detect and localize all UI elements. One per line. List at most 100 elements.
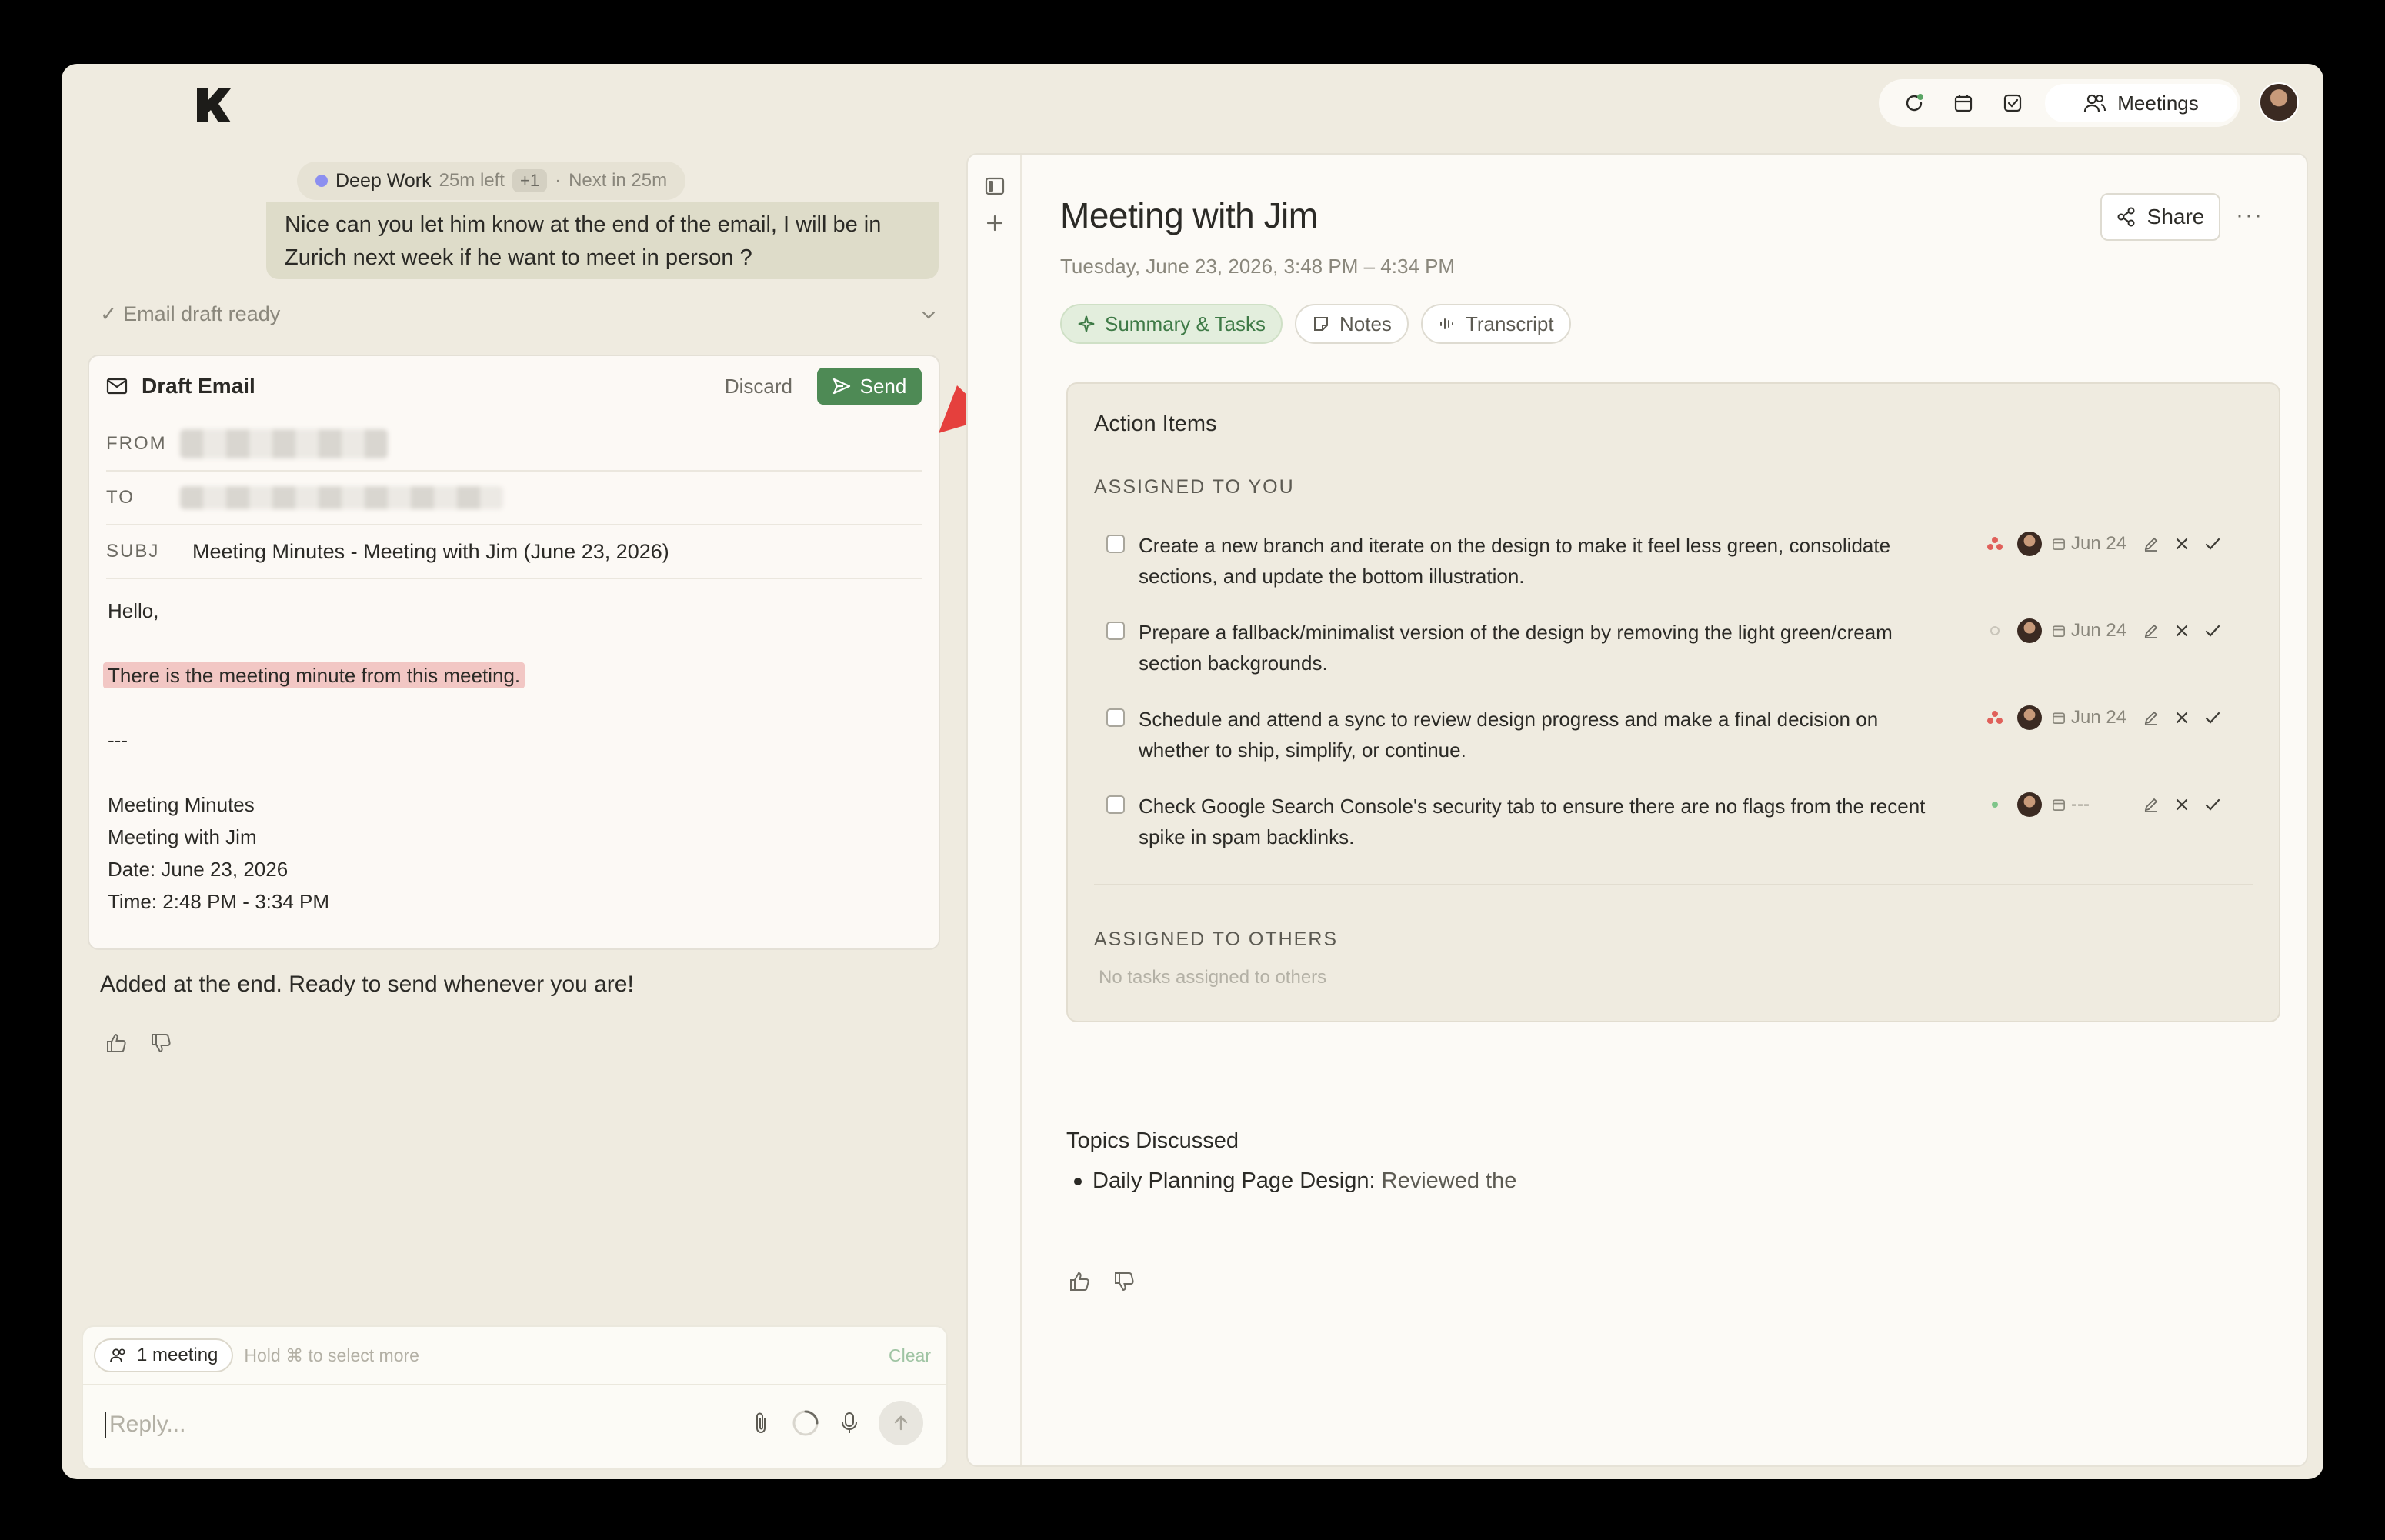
priority-none-icon[interactable]: [1983, 619, 2006, 642]
email-line: Meeting Minutes: [108, 793, 255, 816]
thumbs-down-icon[interactable]: [149, 1032, 172, 1055]
assignee-avatar[interactable]: [2017, 532, 2042, 556]
redacted-from-address: [180, 429, 388, 458]
due-date[interactable]: Jun 24: [2051, 707, 2136, 728]
task-meta: Jun 24: [1983, 704, 2228, 732]
calendar-icon: [2053, 625, 2065, 637]
from-field: FROM: [106, 418, 922, 472]
clear-button[interactable]: Clear: [889, 1345, 931, 1366]
thumbs-up-icon[interactable]: [1068, 1270, 1091, 1293]
calendar-icon: [2053, 712, 2065, 724]
refresh-icon[interactable]: [1893, 82, 1936, 125]
calendar-icon[interactable]: [1942, 82, 1985, 125]
send-button[interactable]: Send: [817, 368, 922, 405]
send-icon: [832, 378, 850, 395]
summary-section: Action Items ASSIGNED TO YOU Create a ne…: [1060, 155, 2307, 1465]
side-rail: [968, 155, 1022, 1465]
reply-feedback: [105, 1032, 172, 1055]
close-icon[interactable]: [2167, 617, 2197, 645]
task-text[interactable]: Check Google Search Console's security t…: [1139, 791, 1954, 852]
checkmark-icon[interactable]: [2197, 791, 2228, 818]
due-date-text: Jun 24: [2071, 707, 2127, 728]
calendar-icon: [2053, 799, 2065, 811]
priority-high-icon[interactable]: [1983, 532, 2006, 555]
next-event: Next in 25m: [569, 170, 668, 191]
task-checkbox[interactable]: [1106, 535, 1125, 553]
focus-status-pill[interactable]: Deep Work 25m left +1 · Next in 25m: [297, 162, 686, 200]
people-icon: [110, 1348, 125, 1362]
separator-dot: ·: [555, 170, 562, 191]
due-date[interactable]: Jun 24: [2051, 620, 2136, 642]
meeting-pane: Meeting with Jim Tuesday, June 23, 2026,…: [966, 153, 2308, 1467]
thumbs-down-icon[interactable]: [1112, 1270, 1136, 1293]
due-date[interactable]: ---: [2051, 794, 2136, 815]
draft-email-card: Draft Email Discard Send FROM TO SUBJ Me…: [88, 355, 940, 950]
composer-tools: [751, 1401, 923, 1445]
task-meta: Jun 24: [1983, 530, 2228, 558]
task-checkbox[interactable]: [1106, 708, 1125, 727]
edit-icon[interactable]: [2136, 704, 2167, 732]
to-field[interactable]: TO: [106, 472, 922, 525]
mail-icon: [106, 378, 128, 395]
subject-field[interactable]: SUBJ Meeting Minutes - Meeting with Jim …: [106, 525, 922, 579]
section-divider: [1094, 884, 2253, 885]
meeting-count-label: 1 meeting: [137, 1345, 218, 1365]
thumbs-up-icon[interactable]: [105, 1032, 128, 1055]
send-label: Send: [859, 374, 907, 398]
action-items-title: Action Items: [1094, 412, 1217, 436]
check-square-icon[interactable]: [1991, 82, 2034, 125]
due-date[interactable]: Jun 24: [2051, 533, 2136, 555]
discard-button[interactable]: Discard: [725, 375, 792, 398]
assignee-avatar[interactable]: [2017, 792, 2042, 817]
action-items-card: Action Items ASSIGNED TO YOU Create a ne…: [1066, 382, 2280, 1022]
paperclip-icon[interactable]: [751, 1410, 771, 1436]
activity-name: Deep Work: [335, 169, 432, 192]
due-date-text: Jun 24: [2071, 620, 2127, 641]
task-row: Check Google Search Console's security t…: [1106, 791, 2253, 868]
close-icon[interactable]: [2167, 791, 2197, 818]
task-checkbox[interactable]: [1106, 622, 1125, 640]
sidebar-toggle-icon[interactable]: [983, 175, 1006, 198]
edit-icon[interactable]: [2136, 530, 2167, 558]
checkmark-icon[interactable]: [2197, 617, 2228, 645]
meeting-context-pill[interactable]: 1 meeting: [94, 1338, 234, 1372]
edit-icon[interactable]: [2136, 791, 2167, 818]
draft-status-row[interactable]: ✓ Email draft ready: [100, 302, 939, 326]
assistant-reply: Added at the end. Ready to send whenever…: [100, 972, 634, 997]
edit-icon[interactable]: [2136, 617, 2167, 645]
submit-button[interactable]: [879, 1401, 923, 1445]
highlighted-sentence: There is the meeting minute from this me…: [103, 662, 525, 688]
close-icon[interactable]: [2167, 530, 2197, 558]
topics-title: Topics Discussed: [1066, 1128, 1239, 1153]
assignee-avatar[interactable]: [2017, 618, 2042, 643]
task-row: Schedule and attend a sync to review des…: [1106, 704, 2253, 781]
user-avatar[interactable]: [2259, 82, 2299, 122]
priority-high-icon[interactable]: [1983, 706, 2006, 729]
summary-feedback: [1068, 1270, 1136, 1293]
checkmark-icon[interactable]: [2197, 530, 2228, 558]
task-text[interactable]: Create a new branch and iterate on the d…: [1139, 530, 1954, 592]
loading-spinner-icon: [792, 1410, 819, 1436]
microphone-icon[interactable]: [840, 1411, 859, 1435]
priority-low-icon[interactable]: [1983, 793, 2006, 816]
subject-label: SUBJ: [106, 541, 160, 562]
meetings-tab[interactable]: Meetings: [2045, 84, 2237, 122]
plus-icon[interactable]: [983, 212, 1006, 235]
task-row: Prepare a fallback/minimalist version of…: [1106, 617, 2253, 694]
checkmark-icon[interactable]: [2197, 704, 2228, 732]
extra-count-badge: +1: [512, 169, 548, 192]
reply-composer: 1 meeting Hold ⌘ to select more Clear Re…: [82, 1325, 948, 1470]
assigned-to-you-label: ASSIGNED TO YOU: [1094, 476, 1295, 498]
assignee-avatar[interactable]: [2017, 705, 2042, 730]
email-body[interactable]: Hello, There is the meeting minute from …: [103, 595, 525, 918]
task-row: Create a new branch and iterate on the d…: [1106, 530, 2253, 607]
reply-input[interactable]: Reply...: [105, 1412, 185, 1438]
chat-pane: Deep Work 25m left +1 · Next in 25m Nice…: [62, 64, 962, 1479]
empty-state-text: No tasks assigned to others: [1099, 967, 1327, 988]
task-text[interactable]: Schedule and attend a sync to review des…: [1139, 704, 1954, 765]
people-icon: [2084, 94, 2106, 112]
task-text[interactable]: Prepare a fallback/minimalist version of…: [1139, 617, 1954, 678]
task-checkbox[interactable]: [1106, 795, 1125, 814]
subject-value: Meeting Minutes - Meeting with Jim (June…: [192, 539, 669, 563]
close-icon[interactable]: [2167, 704, 2197, 732]
